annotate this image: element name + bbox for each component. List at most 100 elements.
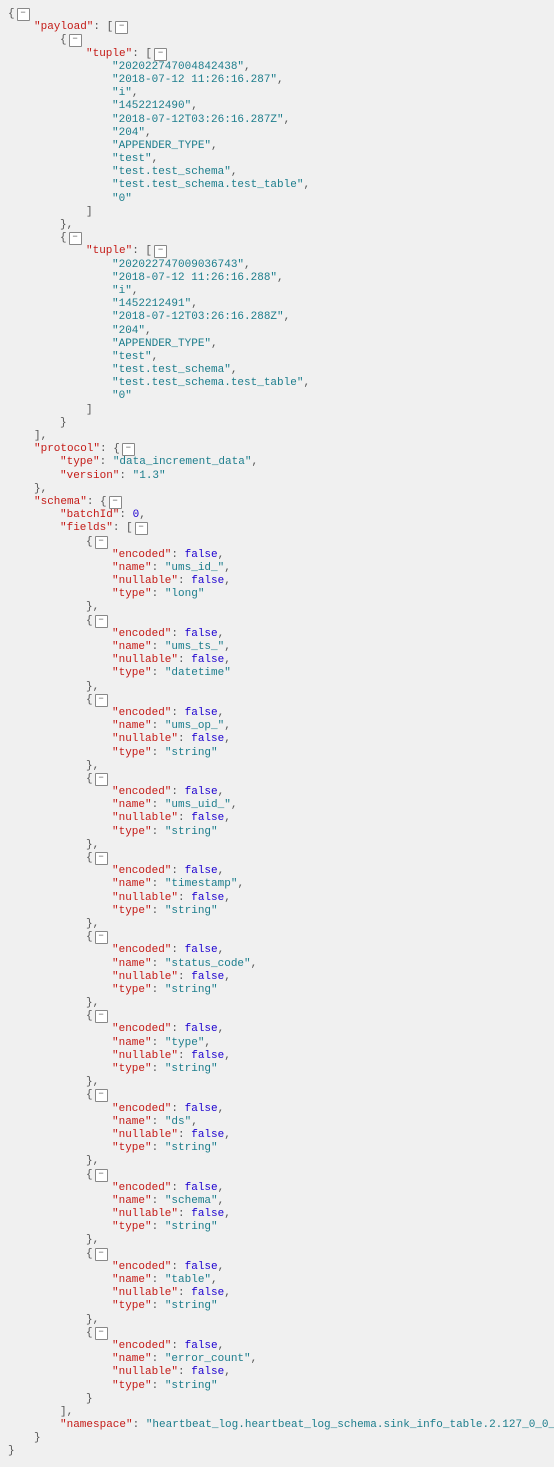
json-boolean: false	[191, 892, 224, 904]
json-string: "ums_id_"	[165, 562, 224, 574]
json-key: "type"	[112, 826, 152, 838]
json-string: "timestamp"	[165, 878, 238, 890]
json-string: "string"	[165, 826, 218, 838]
collapse-icon[interactable]: −	[95, 1010, 108, 1023]
json-key: "nullable"	[112, 654, 178, 666]
json-string: "long"	[165, 588, 205, 600]
json-key: "encoded"	[112, 1023, 171, 1035]
json-key: "encoded"	[112, 1103, 171, 1115]
json-boolean: false	[185, 865, 218, 877]
collapse-icon[interactable]: −	[122, 443, 135, 456]
collapse-icon[interactable]: −	[154, 48, 167, 61]
collapse-icon[interactable]: −	[95, 615, 108, 628]
json-key: "encoded"	[112, 628, 171, 640]
json-key: "name"	[112, 720, 152, 732]
json-key: "name"	[112, 562, 152, 574]
json-boolean: false	[185, 944, 218, 956]
json-string: "string"	[165, 747, 218, 759]
collapse-icon[interactable]: −	[17, 8, 30, 21]
json-boolean: false	[185, 1103, 218, 1115]
json-string: "1.3"	[133, 470, 166, 482]
json-string: "test"	[112, 153, 152, 165]
json-key: "batchId"	[60, 509, 119, 521]
json-key: "payload"	[34, 21, 93, 33]
json-key: "type"	[112, 1142, 152, 1154]
json-string: "string"	[165, 984, 218, 996]
json-boolean: false	[185, 549, 218, 561]
collapse-icon[interactable]: −	[109, 496, 122, 509]
collapse-icon[interactable]: −	[95, 773, 108, 786]
json-key: "encoded"	[112, 865, 171, 877]
json-key: "nullable"	[112, 1366, 178, 1378]
json-string: "schema"	[165, 1195, 218, 1207]
json-string: "2018-07-12T03:26:16.288Z"	[112, 311, 284, 323]
json-key: "nullable"	[112, 812, 178, 824]
json-key: "schema"	[34, 496, 87, 508]
json-key: "name"	[112, 958, 152, 970]
collapse-icon[interactable]: −	[95, 1248, 108, 1261]
json-key: "protocol"	[34, 443, 100, 455]
json-boolean: false	[191, 575, 224, 587]
json-string: "APPENDER_TYPE"	[112, 140, 211, 152]
json-boolean: false	[191, 971, 224, 983]
collapse-icon[interactable]: −	[115, 21, 128, 34]
json-key: "name"	[112, 799, 152, 811]
json-key: "namespace"	[60, 1419, 133, 1431]
collapse-icon[interactable]: −	[95, 931, 108, 944]
json-string: "test"	[112, 351, 152, 363]
json-key: "version"	[60, 470, 119, 482]
json-string: "1452212491"	[112, 298, 191, 310]
collapse-icon[interactable]: −	[135, 522, 148, 535]
json-boolean: false	[185, 1023, 218, 1035]
json-key: "type"	[112, 1300, 152, 1312]
json-boolean: false	[185, 1182, 218, 1194]
json-string: "data_increment_data"	[113, 456, 252, 468]
collapse-icon[interactable]: −	[154, 245, 167, 258]
json-boolean: false	[185, 628, 218, 640]
json-key: "type"	[112, 984, 152, 996]
json-string: "test.test_schema.test_table"	[112, 377, 303, 389]
collapse-icon[interactable]: −	[95, 852, 108, 865]
json-string: "0"	[112, 390, 132, 402]
json-boolean: false	[191, 654, 224, 666]
json-boolean: false	[185, 707, 218, 719]
json-key: "type"	[112, 747, 152, 759]
json-key: "name"	[112, 641, 152, 653]
json-boolean: false	[191, 1287, 224, 1299]
json-string: "string"	[165, 1142, 218, 1154]
json-key: "name"	[112, 1116, 152, 1128]
json-string: "string"	[165, 1221, 218, 1233]
json-string: "status_code"	[165, 958, 251, 970]
json-string: "string"	[165, 905, 218, 917]
json-key: "name"	[112, 1037, 152, 1049]
collapse-icon[interactable]: −	[69, 34, 82, 47]
json-string: "string"	[165, 1063, 218, 1075]
json-boolean: false	[191, 812, 224, 824]
json-string: "2018-07-12T03:26:16.287Z"	[112, 114, 284, 126]
collapse-icon[interactable]: −	[95, 536, 108, 549]
json-key: "nullable"	[112, 1129, 178, 1141]
json-string: "ums_uid_"	[165, 799, 231, 811]
json-string: "table"	[165, 1274, 211, 1286]
json-key: "type"	[112, 1063, 152, 1075]
json-string: "0"	[112, 193, 132, 205]
json-string: "datetime"	[165, 667, 231, 679]
json-key: "name"	[112, 878, 152, 890]
json-string: "error_count"	[165, 1353, 251, 1365]
collapse-icon[interactable]: −	[95, 1327, 108, 1340]
json-key: "name"	[112, 1195, 152, 1207]
json-string: "ums_op_"	[165, 720, 224, 732]
json-string: "test.test_schema"	[112, 166, 231, 178]
json-boolean: false	[185, 786, 218, 798]
json-boolean: false	[191, 1129, 224, 1141]
collapse-icon[interactable]: −	[95, 1169, 108, 1182]
collapse-icon[interactable]: −	[69, 232, 82, 245]
json-key: "tuple"	[86, 48, 132, 60]
json-string: "i"	[112, 87, 132, 99]
json-string: "204"	[112, 325, 145, 337]
json-key: "nullable"	[112, 892, 178, 904]
collapse-icon[interactable]: −	[95, 1089, 108, 1102]
json-key: "nullable"	[112, 575, 178, 587]
json-key: "type"	[112, 667, 152, 679]
collapse-icon[interactable]: −	[95, 694, 108, 707]
